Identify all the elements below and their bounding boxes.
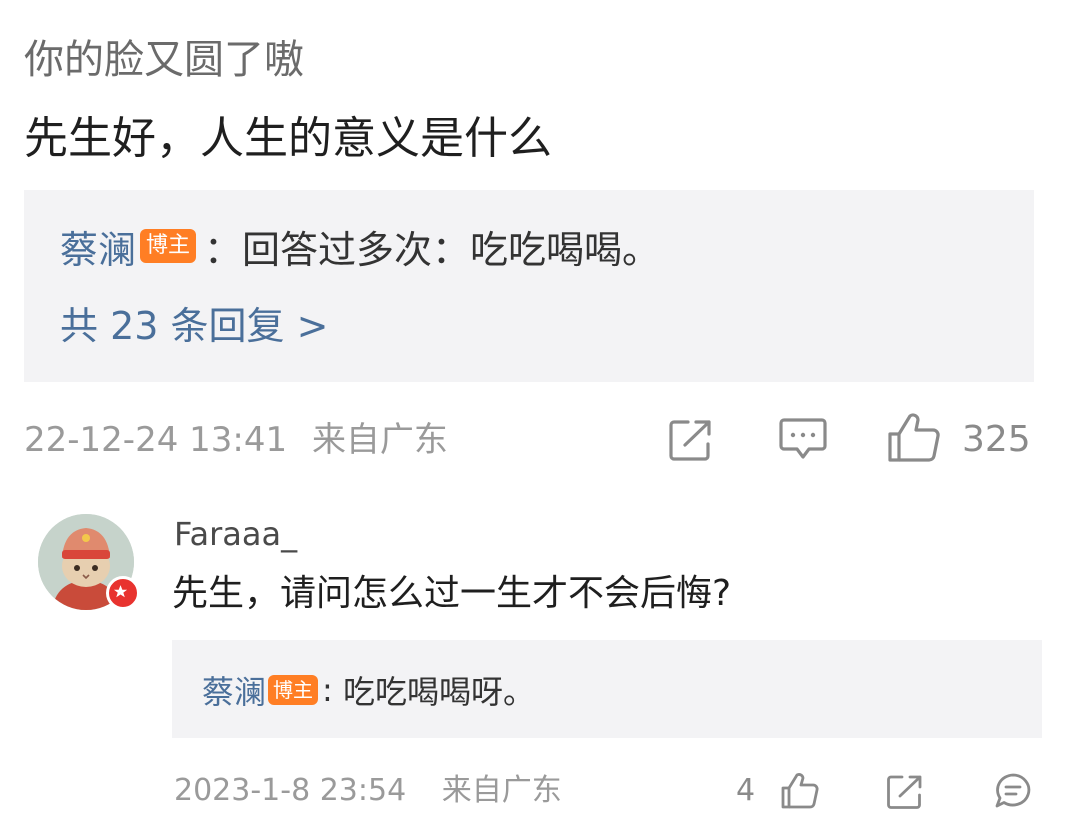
reply-separator: ： (204, 227, 243, 272)
reply-like-count: 4 (736, 773, 756, 808)
comment-meta: 22-12-24 13:41 来自广东 (24, 414, 448, 466)
share-icon[interactable] (886, 774, 924, 810)
comment-icon[interactable] (994, 772, 1032, 810)
comment-username[interactable]: 你的脸又圆了嗷 (24, 32, 304, 88)
view-all-replies-link[interactable]: 共 23 条回复 > (60, 298, 328, 354)
sub-reply-separator: : (322, 671, 333, 709)
timestamp: 2023-1-8 23:54 (174, 773, 407, 808)
star-badge-icon (106, 576, 140, 610)
location: 来自广东 (311, 420, 448, 460)
reply-author[interactable]: 蔡澜 (60, 219, 136, 274)
sub-reply-line: 蔡澜 博主 : 吃吃喝喝呀。 (202, 664, 535, 716)
like-icon[interactable] (886, 412, 942, 464)
reply-meta: 2023-1-8 23:54 来自广东 (174, 768, 562, 814)
sub-reply-text: 吃吃喝喝呀。 (332, 673, 535, 711)
like-count: 325 (962, 419, 1031, 460)
reply-comment-text: 先生，请问怎么过一生才不会后悔? (172, 573, 732, 614)
sub-reply-box[interactable]: 蔡澜 博主 : 吃吃喝喝呀。 (172, 640, 1042, 738)
timestamp: 22-12-24 13:41 (24, 420, 288, 460)
blogger-badge: 博主 (268, 675, 319, 705)
reply-preview-line: 蔡澜 博主 ： 回答过多次：吃吃喝喝。 (60, 218, 660, 274)
comment-icon[interactable] (778, 416, 828, 462)
sub-reply-author[interactable]: 蔡澜 (202, 667, 266, 713)
comment-text: 先生好，人生的意义是什么 (24, 113, 552, 164)
location: 来自广东 (441, 773, 562, 808)
reply-text: 回答过多次：吃吃喝喝。 (242, 227, 661, 272)
share-icon[interactable] (668, 418, 714, 462)
reply-preview-box[interactable]: 蔡澜 博主 ： 回答过多次：吃吃喝喝。 共 23 条回复 > (24, 190, 1034, 382)
reply-username[interactable]: Faraaa_ (174, 510, 297, 558)
blogger-badge: 博主 (140, 229, 197, 263)
like-icon[interactable] (780, 772, 820, 810)
